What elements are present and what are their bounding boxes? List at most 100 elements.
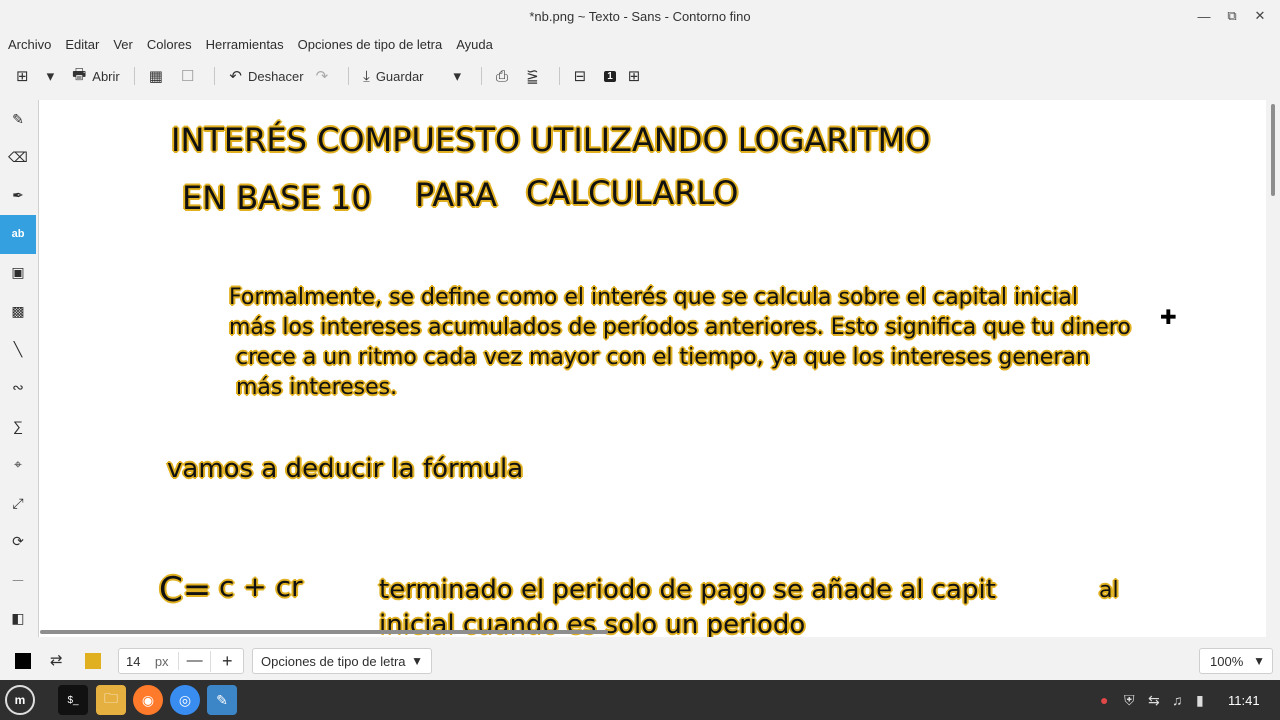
canvas-title-line2a: EN BASE 10 bbox=[182, 179, 372, 217]
taskbar: m $_ 🗀 ◉ ◎ ✎ ● ⛨ ⇆ ♫ ▮ 11:41 bbox=[0, 680, 1280, 720]
zoom-out-button[interactable]: ⊟ bbox=[568, 61, 599, 91]
highlighter-tool-icon[interactable]: ✒ bbox=[0, 177, 36, 215]
minimize-icon[interactable]: — bbox=[1190, 0, 1218, 32]
zoom-one-label: 1 bbox=[604, 70, 616, 82]
filters-tool-icon[interactable]: ◧ bbox=[0, 599, 36, 637]
rotate-tool-icon[interactable]: ⟳ bbox=[0, 522, 36, 560]
crosshair-cursor-icon: ✚ bbox=[1160, 307, 1177, 329]
separator bbox=[558, 67, 560, 85]
separator bbox=[348, 67, 350, 85]
open-label: Abrir bbox=[92, 68, 120, 84]
shield-icon[interactable]: ⛨ bbox=[1124, 692, 1148, 709]
clock[interactable]: 11:41 bbox=[1228, 693, 1260, 708]
vertical-scrollbar[interactable] bbox=[1266, 100, 1280, 637]
menu-ver[interactable]: Ver bbox=[113, 37, 133, 52]
share-button[interactable]: ⪠ bbox=[520, 61, 551, 91]
separator bbox=[481, 67, 483, 85]
download-icon: ⤓ bbox=[363, 67, 370, 85]
pencil-tool-icon[interactable]: ✎ bbox=[0, 100, 36, 138]
drawing-canvas[interactable]: INTERÉS COMPUESTO UTILIZANDO LOGARITMO E… bbox=[38, 100, 1267, 637]
undo-icon: ↶ bbox=[229, 68, 242, 85]
skew-tool-icon[interactable]: ⏤ bbox=[0, 561, 36, 599]
zoom-dropdown[interactable]: 100% ▼ bbox=[1199, 648, 1273, 674]
clipboard-icon: ☐ bbox=[180, 68, 195, 85]
menu-editar[interactable]: Editar bbox=[65, 37, 99, 52]
network-icon[interactable]: ⇆ bbox=[1148, 692, 1172, 709]
paste-button[interactable]: ☐ bbox=[175, 61, 206, 91]
open-button[interactable]: 🖶 Abrir bbox=[66, 61, 126, 91]
canvas-formula-rest: c + cr bbox=[219, 570, 303, 603]
canvas-title-line2b: PARA bbox=[415, 176, 497, 214]
text-size-value[interactable]: 14 bbox=[126, 654, 153, 669]
chevron-down-icon: ▾ bbox=[453, 68, 462, 85]
secondary-color-swatch[interactable] bbox=[85, 653, 101, 669]
canvas-title-line2c: CALCULARLO bbox=[526, 174, 739, 212]
zoom-in-button[interactable]: ⊞ bbox=[622, 61, 653, 91]
undo-button[interactable]: ↶ Deshacer bbox=[223, 61, 309, 91]
zoom-original-button[interactable]: 1 bbox=[598, 61, 622, 91]
curve-tool-icon[interactable]: ∾ bbox=[0, 369, 36, 407]
chevron-down-icon: ▾ bbox=[46, 68, 55, 85]
save-label: Guardar bbox=[375, 68, 424, 84]
text-size-unit: px bbox=[154, 653, 169, 669]
title-bar: *nb.png ~ Texto - Sans - Contorno fino —… bbox=[0, 0, 1280, 32]
print-button[interactable]: ⎙ bbox=[490, 61, 520, 91]
menu-ayuda[interactable]: Ayuda bbox=[456, 37, 493, 52]
drawing-app-icon[interactable]: ✎ bbox=[207, 685, 237, 715]
menu-herramientas[interactable]: Herramientas bbox=[206, 37, 284, 52]
selection-tool-icon[interactable]: ▩ bbox=[0, 292, 36, 330]
bottom-options-bar: ⇄ 14 px — + Opciones de tipo de letra ▼ … bbox=[0, 642, 1280, 680]
rectangle-tool-icon[interactable]: ▣ bbox=[0, 254, 36, 292]
crop-tool-icon[interactable]: ⌖ bbox=[0, 446, 36, 484]
undo-label: Deshacer bbox=[247, 68, 304, 84]
horizontal-scrollbar[interactable] bbox=[38, 626, 1266, 636]
swap-colors-icon[interactable]: ⇄ bbox=[50, 651, 63, 669]
music-icon[interactable]: ♫ bbox=[1172, 692, 1196, 708]
horizontal-scroll-thumb[interactable] bbox=[40, 630, 608, 634]
scale-tool-icon[interactable]: ⤢ bbox=[0, 484, 36, 522]
line-tool-icon[interactable]: ╲ bbox=[0, 330, 36, 368]
vertical-scroll-thumb[interactable] bbox=[1271, 104, 1275, 196]
terminal-icon[interactable]: $_ bbox=[58, 685, 88, 715]
canvas-paragraph-line3: crece a un ritmo cada vez mayor con el t… bbox=[236, 345, 1090, 370]
menu-archivo[interactable]: Archivo bbox=[8, 37, 51, 52]
new-options-button[interactable]: ▾ bbox=[41, 61, 67, 91]
canvas-formula-c: C= bbox=[159, 570, 212, 610]
menu-colores[interactable]: Colores bbox=[147, 37, 192, 52]
menu-opciones-tipo-letra[interactable]: Opciones de tipo de letra bbox=[298, 37, 443, 52]
font-options-label: Opciones de tipo de letra bbox=[261, 653, 406, 669]
canvas-paragraph-line2: más los intereses acumulados de períodos… bbox=[229, 315, 1131, 340]
canvas-deduce-text: vamos a deducir la fórmula bbox=[167, 454, 524, 484]
camera-icon[interactable]: ● bbox=[1100, 692, 1124, 708]
files-icon[interactable]: 🗀 bbox=[96, 685, 126, 715]
separator bbox=[214, 67, 216, 85]
canvas-explain-line1a: terminado el periodo de pago se añade al… bbox=[379, 575, 996, 605]
primary-color-swatch[interactable] bbox=[15, 653, 31, 669]
maximize-icon[interactable]: ⧉ bbox=[1218, 0, 1246, 32]
canvas-paragraph-line4: más intereses. bbox=[236, 375, 398, 400]
text-tool-icon[interactable]: ab bbox=[0, 215, 36, 254]
increase-size-button[interactable]: + bbox=[210, 650, 243, 672]
close-icon[interactable]: ✕ bbox=[1246, 0, 1274, 32]
save-button[interactable]: ⤓ Guardar bbox=[357, 61, 429, 91]
menu-bar: Archivo Editar Ver Colores Herramientas … bbox=[0, 32, 1280, 56]
text-size-spinner[interactable]: 14 px — + bbox=[118, 648, 244, 674]
save-options-button[interactable]: ▾ bbox=[448, 61, 474, 91]
separator bbox=[133, 67, 135, 85]
import-button[interactable]: ▦ bbox=[143, 61, 175, 91]
battery-icon[interactable]: ▮ bbox=[1196, 692, 1220, 709]
firefox-icon[interactable]: ◉ bbox=[133, 685, 163, 715]
redo-icon: ↷ bbox=[315, 68, 329, 85]
free-shape-tool-icon[interactable]: ∑ bbox=[0, 407, 36, 445]
redo-button[interactable]: ↷ bbox=[310, 61, 341, 91]
new-button[interactable]: ⊞ bbox=[10, 61, 41, 91]
start-menu-icon[interactable]: m bbox=[5, 685, 35, 715]
system-tray: ● ⛨ ⇆ ♫ ▮ 11:41 bbox=[1100, 680, 1260, 720]
chrome-icon[interactable]: ◎ bbox=[170, 685, 200, 715]
decrease-size-button[interactable]: — bbox=[177, 652, 211, 670]
canvas-title-line1: INTERÉS COMPUESTO UTILIZANDO LOGARITMO bbox=[171, 121, 931, 159]
canvas-explain-line1b: al bbox=[1099, 578, 1119, 603]
window-title: *nb.png ~ Texto - Sans - Contorno fino bbox=[529, 8, 751, 24]
eraser-tool-icon[interactable]: ⌫ bbox=[0, 138, 36, 176]
font-options-dropdown[interactable]: Opciones de tipo de letra ▼ bbox=[252, 648, 432, 674]
